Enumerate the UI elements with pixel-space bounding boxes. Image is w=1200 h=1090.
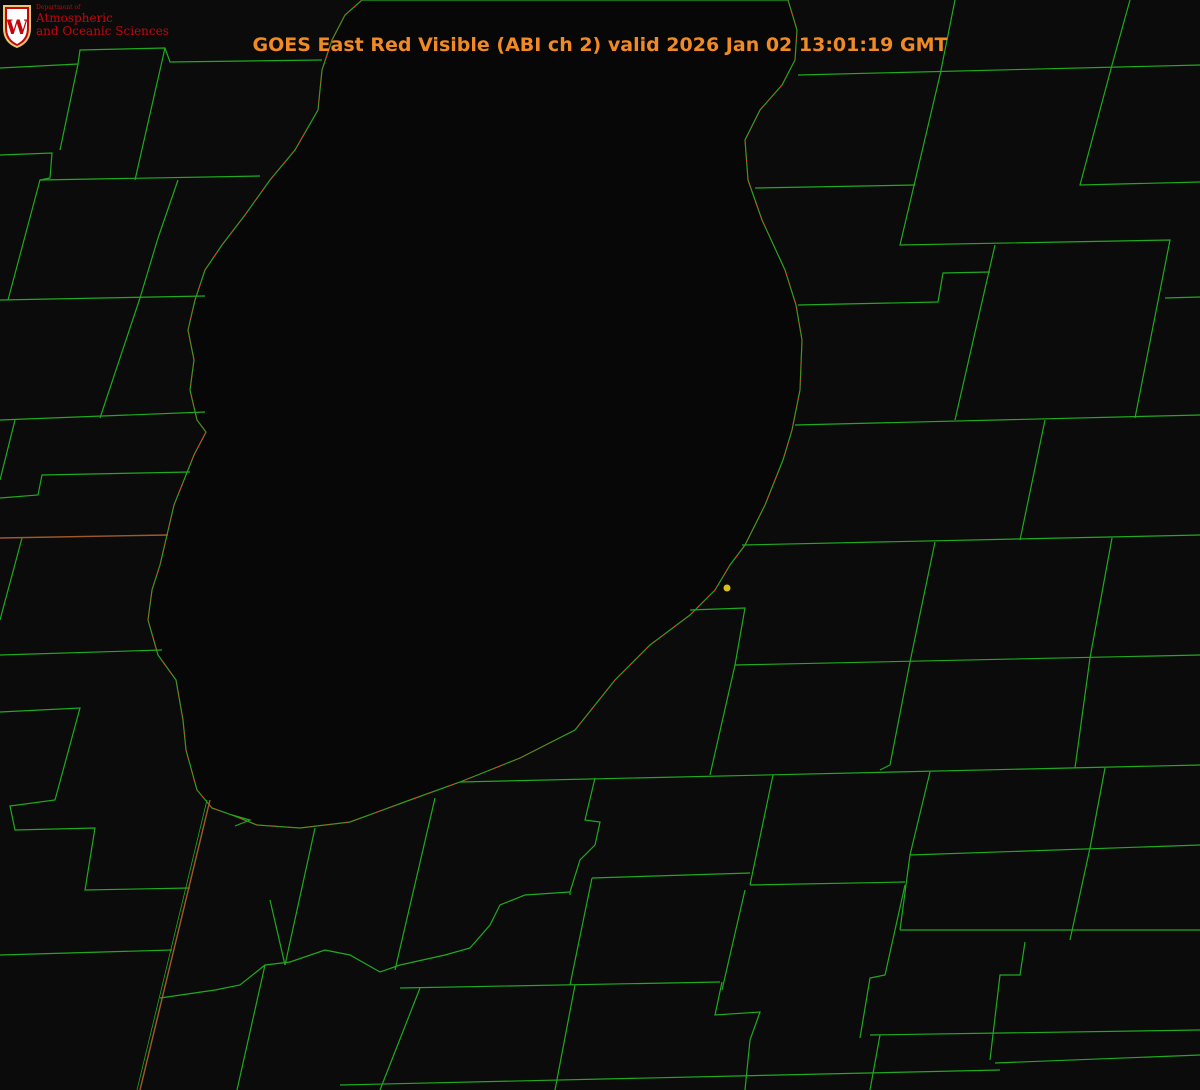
- location-marker-icon[interactable]: [723, 584, 731, 592]
- satellite-map[interactable]: [0, 0, 1200, 1090]
- logo-text: Department of Atmospheric and Oceanic Sc…: [36, 4, 169, 38]
- image-title: GOES East Red Visible (ABI ch 2) valid 2…: [252, 34, 948, 56]
- logo-line1: Atmospheric: [36, 11, 113, 25]
